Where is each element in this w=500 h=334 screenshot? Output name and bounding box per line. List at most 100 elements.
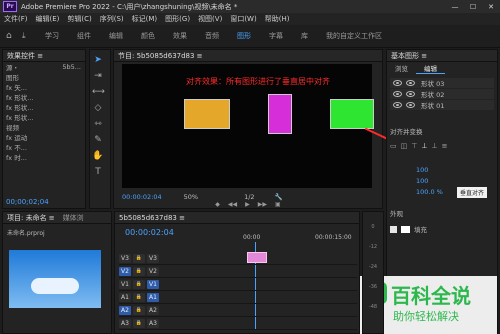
track-V1[interactable]: V1 🔒 V1 — [119, 278, 357, 291]
track-name-4[interactable]: A2 — [147, 305, 159, 315]
quality-dropdown[interactable]: 1/2 — [244, 193, 254, 201]
eye-icon[interactable] — [393, 91, 402, 97]
source-label[interactable]: 源・ — [6, 62, 19, 72]
shape-03[interactable] — [184, 99, 230, 129]
ripple-edit-icon[interactable]: ⟷ — [92, 86, 105, 98]
effects-panel-title[interactable]: 效果控件 ≡ — [3, 50, 85, 62]
track-source-3[interactable]: A1 — [119, 292, 131, 302]
slip-icon[interactable]: ⇿ — [92, 118, 104, 130]
align-left-icon[interactable]: ▭ — [390, 142, 397, 150]
workspace-tab-7[interactable]: 字幕 — [260, 31, 292, 41]
effect-row-2[interactable]: fx 形状... — [3, 102, 85, 112]
lock-icon[interactable]: 🔒 — [133, 279, 145, 289]
eye-icon[interactable] — [406, 102, 415, 108]
project-title[interactable]: 项目: 未命名 ≡ — [7, 212, 55, 223]
align-bottom-icon[interactable]: ⊥ — [431, 142, 437, 150]
fill-swatch[interactable] — [401, 225, 410, 233]
align-top-icon[interactable]: ⊤ — [411, 142, 417, 150]
lock-icon[interactable]: 🔒 — [133, 266, 145, 276]
effect-row-1[interactable]: fx 形状... — [3, 92, 85, 102]
menu-item-4[interactable]: 标记(M) — [128, 14, 162, 24]
tab-edit[interactable]: 编辑 — [416, 63, 445, 74]
workspace-tab-1[interactable]: 组件 — [68, 31, 100, 41]
video-effect-row-0[interactable]: fx 运动 — [3, 132, 85, 142]
workspace-tab-6[interactable]: 图形 — [228, 31, 260, 41]
hand-icon[interactable]: ✋ — [92, 150, 104, 162]
maximize-button[interactable]: ☐ — [464, 3, 482, 11]
workspace-tab-8[interactable]: 库 — [292, 31, 317, 41]
track-name-2[interactable]: V1 — [147, 279, 159, 289]
track-A2[interactable]: A2 🔒 A2 — [119, 304, 357, 317]
minimize-button[interactable]: — — [446, 3, 464, 11]
timeline-title[interactable]: 5b5085d637d83 ≡ — [115, 212, 359, 224]
track-name-0[interactable]: V3 — [147, 253, 159, 263]
shape-02[interactable] — [268, 94, 292, 134]
workspace-tab-3[interactable]: 颜色 — [132, 31, 164, 41]
menu-item-7[interactable]: 窗口(W) — [226, 14, 260, 24]
menu-item-3[interactable]: 序列(S) — [96, 14, 128, 24]
menu-item-6[interactable]: 视图(V) — [194, 14, 226, 24]
import-icon[interactable]: ⤓ — [22, 31, 34, 41]
shape-01[interactable] — [330, 99, 374, 129]
track-source-1[interactable]: V2 — [119, 266, 131, 276]
zoom-dropdown[interactable]: 50% — [184, 193, 198, 201]
wrench-icon[interactable]: 🔧 — [275, 193, 283, 201]
fill-checkbox[interactable] — [390, 225, 397, 233]
lock-icon[interactable]: 🔒 — [133, 305, 145, 315]
export-frame-icon[interactable]: ▣ — [275, 201, 281, 208]
track-source-0[interactable]: V3 — [119, 253, 131, 263]
layer-row[interactable]: 形状 02 — [390, 89, 494, 99]
menu-item-1[interactable]: 编辑(E) — [32, 14, 64, 24]
type-icon[interactable]: T — [92, 166, 104, 178]
eye-icon[interactable] — [406, 91, 415, 97]
step-forward-icon[interactable]: ▶▶ — [258, 201, 267, 208]
menu-item-8[interactable]: 帮助(H) — [261, 14, 294, 24]
menu-item-5[interactable]: 图形(G) — [161, 14, 194, 24]
track-A3[interactable]: A3 🔒 A3 — [119, 317, 357, 330]
tab-browse[interactable]: 浏览 — [387, 63, 416, 73]
video-effect-row-1[interactable]: fx 不... — [3, 142, 85, 152]
step-back-icon[interactable]: ◀◀ — [228, 201, 237, 208]
distribute-icon[interactable]: ≡ — [442, 142, 448, 150]
clip-label[interactable]: 5b5... — [62, 63, 81, 71]
align-vertical-center-icon[interactable]: ⊥ — [421, 142, 427, 150]
effect-row-3[interactable]: fx 形状... — [3, 112, 85, 122]
lock-icon[interactable]: 🔒 — [133, 292, 145, 302]
value-2[interactable]: 100 — [416, 177, 494, 185]
align-center-icon[interactable]: ◫ — [401, 142, 408, 150]
lock-icon[interactable]: 🔒 — [133, 318, 145, 328]
mark-in-icon[interactable]: ◆ — [215, 201, 220, 208]
video-effect-row-2[interactable]: fx 时... — [3, 152, 85, 162]
cloud-thumbnail[interactable] — [9, 250, 101, 308]
program-monitor-title[interactable]: 节目: 5b5085d637d83 ≡ — [114, 50, 382, 62]
menu-item-0[interactable]: 文件(F) — [0, 14, 32, 24]
workspace-tab-4[interactable]: 效果 — [164, 31, 196, 41]
eye-icon[interactable] — [393, 80, 402, 86]
workspace-tab-9[interactable]: 我的自定义工作区 — [317, 31, 391, 41]
eye-icon[interactable] — [406, 80, 415, 86]
close-button[interactable]: ✕ — [482, 3, 500, 11]
track-V2[interactable]: V2 🔒 V2 — [119, 265, 357, 278]
essential-graphics-title[interactable]: 基本图形 ≡ — [387, 50, 497, 62]
track-A1[interactable]: A1 🔒 A1 — [119, 291, 357, 304]
menu-item-2[interactable]: 剪辑(C) — [63, 14, 95, 24]
media-browser-tab[interactable]: 媒体浏 — [63, 212, 84, 223]
graphic-clip[interactable] — [247, 252, 267, 263]
lock-icon[interactable]: 🔒 — [133, 253, 145, 263]
workspace-tab-0[interactable]: 学习 — [36, 31, 68, 41]
value-1[interactable]: 100 — [416, 166, 494, 174]
track-source-5[interactable]: A3 — [119, 318, 131, 328]
eye-icon[interactable] — [393, 102, 402, 108]
razor-icon[interactable]: ◇ — [92, 102, 104, 114]
track-source-2[interactable]: V1 — [119, 279, 131, 289]
selection-tool-icon[interactable]: ➤ — [92, 54, 104, 66]
track-name-3[interactable]: A1 — [147, 292, 159, 302]
effect-row-0[interactable]: fx 矢... — [3, 82, 85, 92]
workspace-tab-2[interactable]: 编辑 — [100, 31, 132, 41]
workspace-tab-5[interactable]: 音频 — [196, 31, 228, 41]
layer-row[interactable]: 形状 03 — [390, 78, 494, 88]
track-name-1[interactable]: V2 — [147, 266, 159, 276]
video-canvas[interactable]: 对齐效果：所有图形进行了垂直居中对齐 — [122, 64, 374, 188]
play-icon[interactable]: ▶ — [245, 201, 250, 208]
track-select-icon[interactable]: ⇥ — [92, 70, 104, 82]
